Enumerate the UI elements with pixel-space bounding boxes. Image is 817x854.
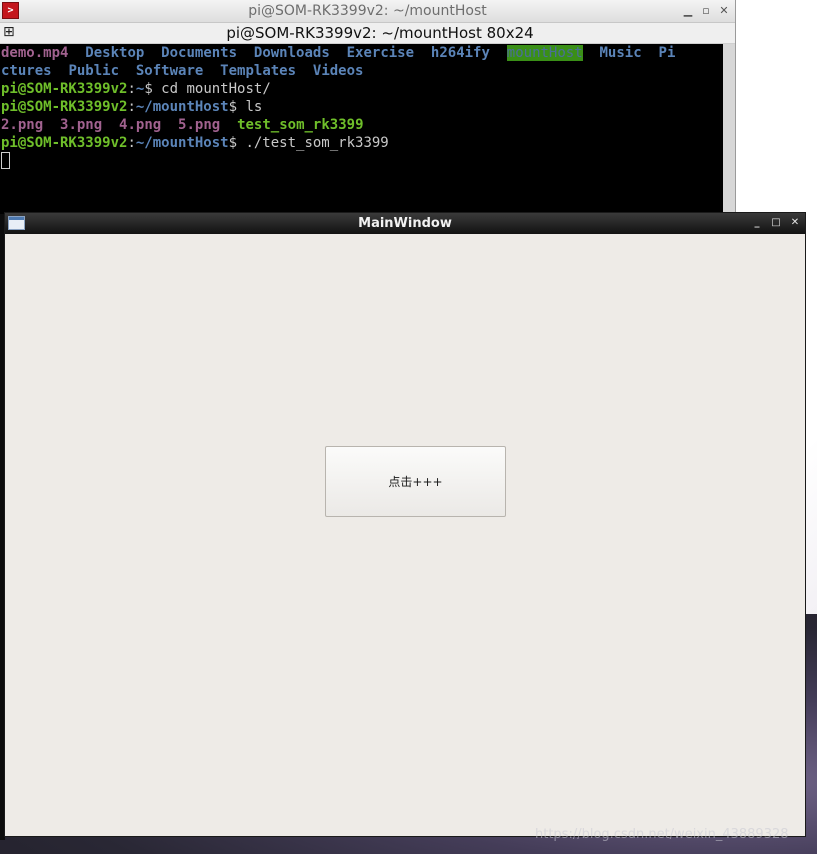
terminal-close-button[interactable]: ✕ — [717, 4, 731, 18]
prompt-user: pi@SOM-RK3399v2 — [1, 99, 128, 115]
dir-entry: Documents — [161, 45, 238, 61]
dir-entry: Pi — [658, 45, 676, 61]
prompt-user: pi@SOM-RK3399v2 — [1, 135, 128, 151]
dir-entry: ctures — [1, 63, 52, 79]
main-window-titlebar[interactable]: MainWindow _ □ ✕ — [5, 213, 805, 234]
prompt-user: pi@SOM-RK3399v2 — [1, 81, 128, 97]
dir-entry: h264ify — [430, 45, 490, 61]
terminal-maximize-button[interactable]: ▫ — [699, 4, 713, 18]
terminal-window-title: pi@SOM-RK3399v2: ~/mountHost — [248, 3, 487, 19]
dir-entry: Exercise — [346, 45, 415, 61]
file-entry: 4.png — [119, 117, 162, 133]
terminal-output[interactable]: demo.mp4 Desktop Documents Downloads Exe… — [1, 44, 723, 214]
terminal-line-run: pi@SOM-RK3399v2:~/mountHost$ ./test_som_… — [1, 134, 389, 152]
terminal-line-ls-mount: 2.png 3.png 4.png 5.png test_som_rk3399 — [1, 116, 364, 134]
terminal-line-ls-home-1: demo.mp4 Desktop Documents Downloads Exe… — [1, 44, 675, 62]
command-text: $ cd mountHost/ — [144, 81, 271, 97]
watermark-text: https://blog.csdn.net/weixin_43889328 — [535, 827, 789, 842]
prompt-separator: : — [127, 81, 136, 97]
prompt-separator: : — [127, 99, 136, 115]
file-entry: 2.png — [1, 117, 44, 133]
dir-entry: Desktop — [85, 45, 145, 61]
prompt-path: ~/mountHost — [135, 135, 229, 151]
dir-entry: Downloads — [253, 45, 330, 61]
terminal-tab-bar: ⊞ pi@SOM-RK3399v2: ~/mountHost 80x24 — [0, 23, 735, 44]
terminal-cursor — [1, 152, 10, 169]
command-text: $ ./test_som_rk3399 — [228, 135, 389, 151]
file-entry: 5.png — [178, 117, 221, 133]
terminal-scrollbar[interactable] — [723, 44, 735, 214]
dir-entry: Public — [68, 63, 120, 79]
file-entry: demo.mp4 — [1, 45, 69, 61]
terminal-line-ls: pi@SOM-RK3399v2:~/mountHost$ ls — [1, 98, 262, 116]
main-close-button[interactable]: ✕ — [788, 216, 802, 230]
dir-entry: Videos — [312, 63, 364, 79]
prompt-path: ~/mountHost — [135, 99, 229, 115]
terminal-line-cd: pi@SOM-RK3399v2:~$ cd mountHost/ — [1, 80, 271, 98]
main-minimize-button[interactable]: _ — [750, 216, 764, 230]
terminal-titlebar[interactable]: > pi@SOM-RK3399v2: ~/mountHost ▁ ▫ ✕ — [0, 0, 735, 23]
dir-entry: Templates — [220, 63, 297, 79]
main-window[interactable]: MainWindow _ □ ✕ 点击+++ — [4, 212, 806, 837]
main-maximize-button[interactable]: □ — [769, 216, 783, 230]
dir-entry-highlighted: mountHost — [506, 45, 583, 61]
terminal-tab-title: pi@SOM-RK3399v2: ~/mountHost 80x24 — [226, 24, 534, 42]
main-window-title: MainWindow — [358, 216, 452, 231]
click-plus-button[interactable]: 点击+++ — [325, 446, 506, 517]
terminal-minimize-button[interactable]: ▁ — [681, 4, 695, 18]
dir-entry: Software — [135, 63, 204, 79]
file-entry: 3.png — [60, 117, 103, 133]
terminal-line-ls-home-2: ctures Public Software Templates Videos — [1, 62, 363, 80]
executable-entry: test_som_rk3399 — [237, 117, 364, 133]
command-text: $ ls — [228, 99, 263, 115]
dir-entry: Music — [599, 45, 642, 61]
terminal-window[interactable]: > pi@SOM-RK3399v2: ~/mountHost ▁ ▫ ✕ ⊞ p… — [0, 0, 736, 214]
prompt-separator: : — [127, 135, 136, 151]
